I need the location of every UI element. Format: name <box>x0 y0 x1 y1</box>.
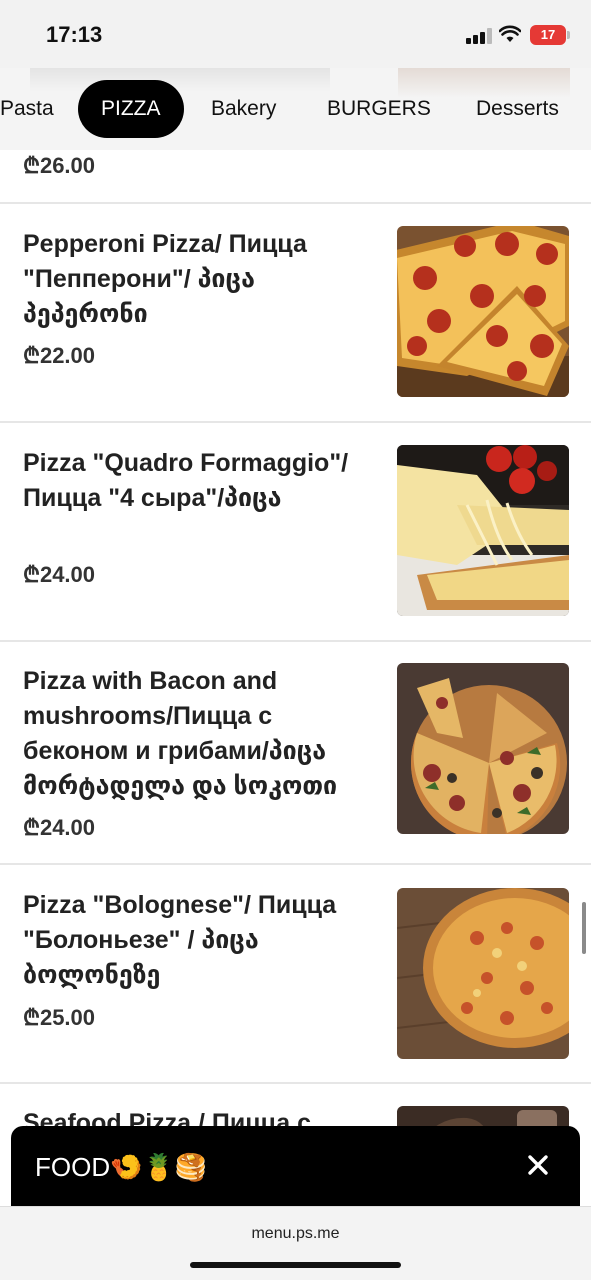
status-bar: 17:13 17 <box>0 0 591 68</box>
bolognese-pizza-image <box>397 888 569 1059</box>
four-cheese-pizza-image <box>397 445 569 616</box>
tab-burgers[interactable]: BURGERS <box>327 80 431 138</box>
tab-desserts[interactable]: Desserts <box>476 80 559 138</box>
item-title: Pizza "Bolognese"/ Пицца "Болоньезе" / პ… <box>23 891 337 989</box>
item-price: ₾24.00 <box>23 815 96 840</box>
scroll-shadow <box>30 68 330 92</box>
item-title: Pizza "Quadro Formaggio"/Пицца "4 сыра"/… <box>23 449 349 512</box>
pepperoni-pizza-image <box>397 226 569 397</box>
item-price: ₾25.00 <box>23 1005 96 1030</box>
tab-pizza[interactable]: PIZZA <box>78 80 184 138</box>
tab-pasta[interactable]: Pasta <box>0 80 54 138</box>
divider <box>0 863 591 865</box>
battery-icon: 17 <box>530 25 566 45</box>
divider <box>0 202 591 204</box>
scrollbar[interactable] <box>582 902 586 954</box>
tab-bakery[interactable]: Bakery <box>211 80 276 138</box>
browser-url-bar[interactable]: menu.ps.me <box>0 1206 591 1280</box>
close-icon[interactable] <box>523 1150 553 1180</box>
banner-text: FOOD🍤🍍🥞 <box>35 1152 208 1182</box>
home-indicator[interactable] <box>190 1262 401 1268</box>
promo-banner[interactable]: FOOD🍤🍍🥞 <box>11 1126 580 1206</box>
battery-nub <box>567 31 570 39</box>
item-price: ₾24.00 <box>23 562 96 587</box>
battery-level: 17 <box>540 27 556 42</box>
url-text: menu.ps.me <box>251 1225 340 1242</box>
item-price: ₾22.00 <box>23 343 96 368</box>
divider <box>0 640 591 642</box>
divider <box>0 1082 591 1084</box>
item-title: Pepperoni Pizza/ Пицца "Пепперони"/ პიცა… <box>23 230 307 328</box>
cellular-signal-icon <box>466 28 492 44</box>
bacon-mushroom-pizza-image <box>397 663 569 834</box>
item-price: ₾26.00 <box>23 153 96 178</box>
wifi-icon <box>499 25 521 42</box>
category-tabs: Pasta PIZZA Bakery BURGERS Desserts <box>0 68 591 150</box>
divider <box>0 421 591 423</box>
item-title: Pizza with Bacon and mushrooms/Пицца с б… <box>23 667 338 800</box>
status-time: 17:13 <box>46 22 103 47</box>
